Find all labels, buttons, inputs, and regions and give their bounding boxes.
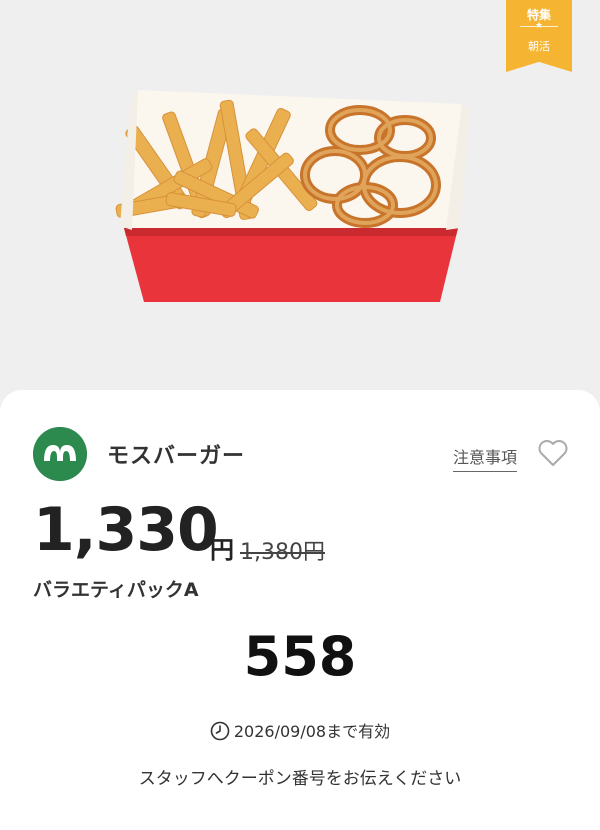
- instruction-text: スタッフへクーポン番号をお伝えください: [138, 769, 462, 789]
- brand-name: モスバーガー: [107, 444, 246, 469]
- validity-row: 2026/09/08まで有効: [0, 718, 600, 742]
- discount-price: 1,330: [33, 495, 219, 565]
- item-name: バラエティパックA: [33, 579, 199, 601]
- validity-text: 2026/09/08まで有効: [233, 722, 391, 741]
- badge-label-bottom: 朝活: [528, 40, 550, 53]
- feature-badge: 特集 ★ 朝活: [506, 0, 572, 72]
- mos-logo: [33, 427, 87, 481]
- coupon-number: 558: [243, 625, 357, 688]
- notes-link[interactable]: 注意事項: [453, 444, 518, 472]
- badge-divider: [520, 26, 558, 27]
- product-image: [115, 90, 470, 302]
- original-price: 1,380円: [240, 540, 325, 565]
- product-hero: 特集 ★ 朝活: [0, 0, 600, 400]
- coupon-card: モスバーガー 注意事項 1,330 円 1,380円 バラエティパックA 558…: [0, 390, 600, 830]
- clock-icon: [210, 721, 230, 741]
- price-currency: 円: [210, 536, 234, 564]
- heart-icon[interactable]: [537, 439, 569, 467]
